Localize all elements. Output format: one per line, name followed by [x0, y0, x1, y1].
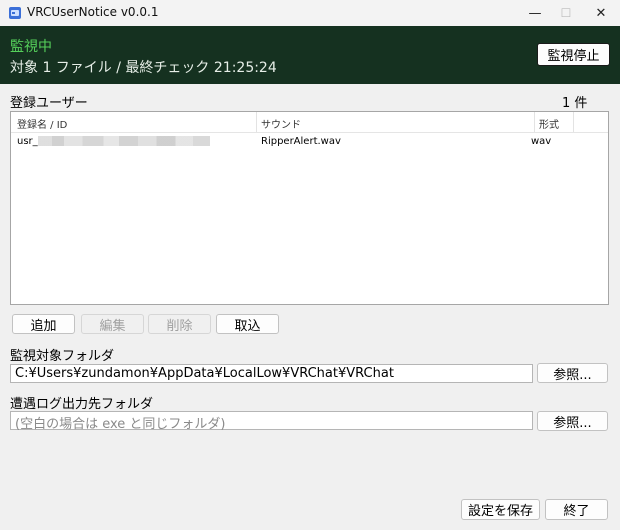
import-button[interactable]: 取込 [216, 314, 279, 334]
log-folder-input[interactable]: (空白の場合は exe と同じフォルダ) [10, 411, 533, 432]
window-title: VRCUserNotice v0.0.1 [27, 5, 159, 19]
column-divider [573, 112, 574, 132]
watch-folder-label: 監視対象フォルダ [10, 349, 115, 364]
app-icon [9, 7, 21, 19]
edit-button[interactable]: 編集 [81, 314, 144, 334]
minimize-button[interactable]: — [518, 0, 552, 26]
exit-button[interactable]: 終了 [545, 499, 608, 520]
watch-folder-browse-button[interactable]: 参照... [537, 363, 608, 383]
save-settings-button[interactable]: 設定を保存 [461, 499, 540, 520]
maximize-button: ☐ [560, 6, 572, 20]
redacted-id [37, 136, 210, 146]
delete-button[interactable]: 削除 [148, 314, 211, 334]
column-header-format[interactable]: 形式 [539, 116, 559, 131]
users-section-label: 登録ユーザー [10, 96, 88, 111]
add-button[interactable]: 追加 [12, 314, 75, 334]
column-divider [256, 112, 257, 132]
row-sound: RipperAlert.wav [261, 136, 341, 147]
column-header-name[interactable]: 登録名 / ID [17, 116, 67, 131]
watch-folder-input[interactable]: C:¥Users¥zundamon¥AppData¥LocalLow¥VRCha… [10, 364, 533, 383]
log-folder-browse-button[interactable]: 参照... [537, 411, 608, 431]
list-header: 登録名 / ID サウンド 形式 [11, 112, 608, 133]
close-button[interactable]: ✕ [584, 0, 618, 26]
title-bar: VRCUserNotice v0.0.1 — ☐ ✕ [0, 0, 620, 26]
user-count: 1 件 [562, 96, 588, 111]
monitor-info: 対象 1 ファイル / 最終チェック 21:25:24 [10, 60, 277, 76]
stop-monitoring-button[interactable]: 監視停止 [537, 43, 610, 66]
row-user-name: usr_ [17, 136, 210, 147]
row-format: wav [531, 136, 552, 147]
column-header-sound[interactable]: サウンド [261, 116, 301, 131]
monitor-status: 監視中 [10, 39, 52, 55]
column-divider [534, 112, 535, 132]
user-list[interactable]: 登録名 / ID サウンド 形式 usr_ RipperAlert.wav wa… [10, 111, 609, 305]
status-banner: 監視中 対象 1 ファイル / 最終チェック 21:25:24 監視停止 [0, 26, 620, 84]
log-folder-label: 遭遇ログ出力先フォルダ [10, 397, 154, 412]
